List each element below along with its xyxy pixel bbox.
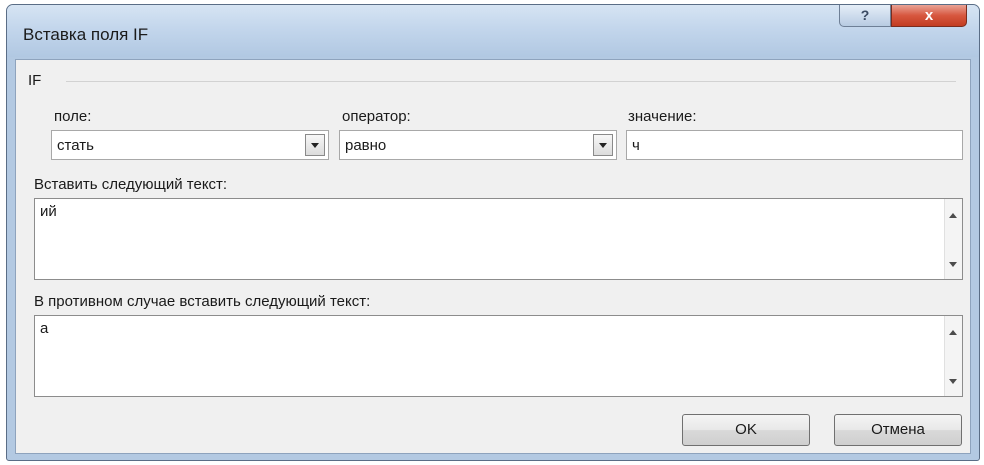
operator-combobox-value: равно — [345, 137, 387, 154]
dialog-window: Вставка поля IF ? x IF поле: стать опера… — [6, 4, 980, 461]
help-icon: ? — [860, 7, 870, 23]
scroll-up-icon[interactable] — [949, 330, 957, 335]
else-text-label: В противном случае вставить следующий те… — [34, 293, 371, 310]
title-bar[interactable]: Вставка поля IF ? x — [7, 5, 979, 57]
cancel-button[interactable]: Отмена — [834, 414, 962, 446]
dialog-body: IF поле: стать оператор: равно значение:… — [15, 59, 971, 454]
dialog-title: Вставка поля IF — [23, 25, 149, 44]
close-button[interactable]: x — [891, 5, 967, 27]
chevron-down-icon[interactable] — [305, 134, 325, 156]
compare-value-text: ч — [632, 137, 640, 154]
operator-combobox[interactable]: равно — [339, 130, 617, 160]
scroll-down-icon[interactable] — [949, 262, 957, 267]
field-combobox-value: стать — [57, 137, 94, 154]
else-text-area[interactable]: а — [34, 315, 963, 397]
else-text-value: а — [40, 320, 49, 337]
close-icon: x — [924, 7, 934, 24]
compare-value-label: значение: — [628, 108, 697, 125]
insert-text-label: Вставить следующий текст: — [34, 176, 228, 193]
group-divider — [66, 81, 956, 82]
group-label-if: IF — [28, 72, 42, 89]
help-button[interactable]: ? — [839, 5, 891, 27]
field-label: поле: — [54, 108, 92, 125]
ok-button[interactable]: OK — [682, 414, 810, 446]
scroll-up-icon[interactable] — [949, 213, 957, 218]
compare-value-input[interactable]: ч — [626, 130, 963, 160]
chevron-down-icon[interactable] — [593, 134, 613, 156]
field-combobox[interactable]: стать — [51, 130, 329, 160]
operator-label: оператор: — [342, 108, 411, 125]
insert-text-value: ий — [40, 203, 57, 220]
insert-text-area[interactable]: ий — [34, 198, 963, 280]
scroll-down-icon[interactable] — [949, 379, 957, 384]
insert-text-scrollbar[interactable] — [944, 199, 962, 279]
else-text-scrollbar[interactable] — [944, 316, 962, 396]
